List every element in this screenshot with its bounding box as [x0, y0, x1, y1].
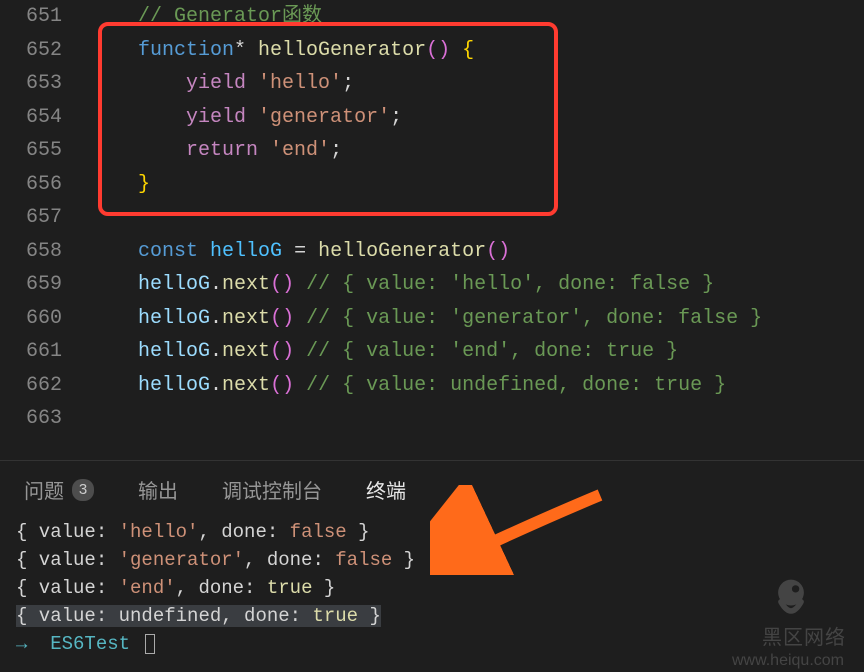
code-line[interactable]: function* helloGenerator() {: [90, 34, 864, 68]
tab-output[interactable]: 输出: [138, 475, 178, 504]
watermark-logo-icon: [768, 576, 814, 622]
line-number: 661: [0, 335, 62, 369]
tab-terminal[interactable]: 终端: [366, 475, 406, 504]
code-line[interactable]: return 'end';: [90, 134, 864, 168]
code-line[interactable]: helloG.next() // { value: 'end', done: t…: [90, 335, 864, 369]
terminal-cursor: [145, 634, 155, 654]
code-line[interactable]: yield 'hello';: [90, 67, 864, 101]
line-number: 663: [0, 402, 62, 436]
line-number-gutter: 651652653654655656657658659660661662663: [0, 0, 90, 460]
line-number: 656: [0, 168, 62, 202]
line-number: 651: [0, 0, 62, 34]
panel-tabs: 问题 3 输出 调试控制台 终端: [0, 469, 864, 514]
tab-debug-label: 调试控制台: [222, 475, 322, 504]
code-line[interactable]: // Generator函数: [90, 0, 864, 34]
code-line[interactable]: }: [90, 168, 864, 202]
line-number: 657: [0, 201, 62, 235]
tab-debug-console[interactable]: 调试控制台: [222, 475, 322, 504]
terminal-line: { value: 'generator', done: false }: [16, 546, 848, 574]
terminal-line: { value: 'end', done: true }: [16, 574, 848, 602]
line-number: 658: [0, 235, 62, 269]
terminal-line: { value: undefined, done: true }: [16, 602, 848, 630]
line-number: 652: [0, 34, 62, 68]
terminal-output[interactable]: { value: 'hello', done: false }{ value: …: [0, 514, 864, 662]
code-content[interactable]: // Generator函数 function* helloGenerator(…: [90, 0, 864, 460]
code-line[interactable]: helloG.next() // { value: undefined, don…: [90, 369, 864, 403]
tab-output-label: 输出: [138, 475, 178, 504]
code-line[interactable]: const helloG = helloGenerator(): [90, 235, 864, 269]
line-number: 660: [0, 302, 62, 336]
watermark-url: www.heiqu.com: [732, 652, 844, 670]
code-editor[interactable]: 651652653654655656657658659660661662663 …: [0, 0, 864, 460]
line-number: 662: [0, 369, 62, 403]
tab-problems-label: 问题: [24, 475, 64, 504]
watermark-brand: 黑区网络: [762, 621, 846, 650]
bottom-panel: 问题 3 输出 调试控制台 终端 { value: 'hello', done:…: [0, 460, 864, 672]
tab-problems[interactable]: 问题 3: [24, 475, 94, 504]
line-number: 653: [0, 67, 62, 101]
code-line[interactable]: yield 'generator';: [90, 101, 864, 135]
code-line[interactable]: [90, 402, 864, 436]
code-line[interactable]: helloG.next() // { value: 'generator', d…: [90, 302, 864, 336]
terminal-prompt[interactable]: → ES6Test: [16, 630, 848, 658]
line-number: 655: [0, 134, 62, 168]
code-line[interactable]: helloG.next() // { value: 'hello', done:…: [90, 268, 864, 302]
code-line[interactable]: [90, 201, 864, 235]
line-number: 659: [0, 268, 62, 302]
problems-count-badge: 3: [72, 479, 94, 501]
terminal-line: { value: 'hello', done: false }: [16, 518, 848, 546]
line-number: 654: [0, 101, 62, 135]
tab-terminal-label: 终端: [366, 475, 406, 504]
